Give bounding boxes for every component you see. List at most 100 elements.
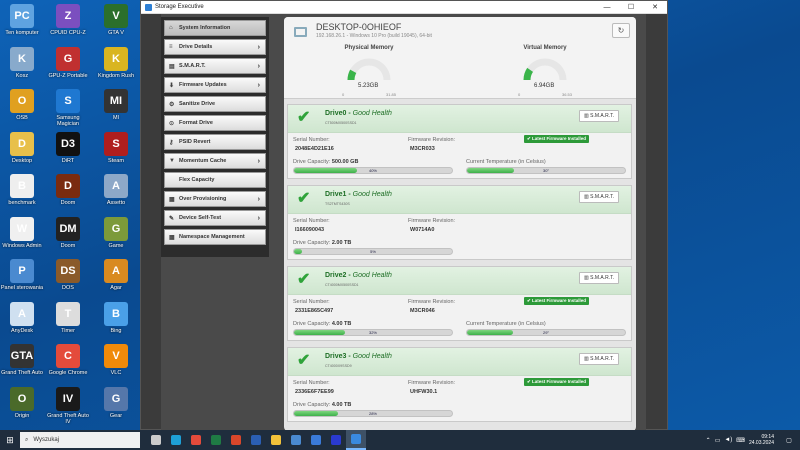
desktop-icon[interactable]: S Samsung Magician (46, 89, 90, 127)
app-icon: G (56, 46, 80, 71)
desktop-icon[interactable]: D3 DiRT (46, 131, 90, 164)
capacity-label: Drive Capacity: 500.00 GB (293, 159, 358, 165)
desktop-icon[interactable]: DS DOS (46, 259, 90, 291)
drive-health: Good Health (352, 353, 392, 360)
desktop-icon-label: VLC (110, 370, 122, 376)
refresh-button[interactable]: ↻ (612, 23, 630, 38)
physical-memory-dial (347, 58, 391, 81)
sidebar-item-firmware-updates[interactable]: ⬇ Firmware Updates › (164, 77, 266, 93)
desktop-icon[interactable]: PC Ten komputer (0, 4, 44, 36)
clock[interactable]: 09:14 24.03.2024 (749, 434, 774, 446)
sidebar-item-flex-capacity[interactable]: Flex Capacity (164, 172, 266, 188)
desktop-icon[interactable]: D Desktop (0, 131, 44, 164)
search-input[interactable]: ⌕ Wyszukaj (20, 432, 140, 448)
sidebar-item-sanitize-drive[interactable]: ⚙ Sanitize Drive (164, 96, 266, 112)
desktop-icon[interactable]: Bbenchmark (0, 174, 44, 206)
virtual-memory-title: Virtual Memory (523, 45, 567, 51)
sidebar-item-namespace-management[interactable]: ▦ Namespace Management (164, 229, 266, 245)
taskbar-app-edge[interactable] (166, 430, 186, 450)
desktop-icon[interactable]: DM Doom (46, 216, 90, 249)
desktop-icon[interactable]: A Agar (94, 259, 138, 291)
smart-button[interactable]: ▥ S.M.A.R.T. (579, 272, 619, 284)
chevron-right-icon: › (257, 62, 260, 70)
sidebar-item-momentum-cache[interactable]: ▼ Momentum Cache › (164, 153, 266, 169)
window-title: Storage Executive (155, 4, 204, 10)
desktop-icon[interactable]: MI MI (94, 89, 138, 121)
desktop-icon[interactable]: O OSB (0, 89, 44, 121)
title-bar[interactable]: Storage Executive — ☐ ✕ (141, 1, 667, 14)
temperature-label: Current Temperature (in Celsius) (466, 159, 546, 165)
sidebar-item-system-information[interactable]: ⌂ System Information (164, 20, 266, 36)
taskbar-app-word[interactable] (246, 430, 266, 450)
word-icon (251, 435, 261, 445)
desktop-icon[interactable]: G Gear (94, 386, 138, 419)
drive-id: Drive0 (325, 110, 347, 117)
desktop-icon[interactable]: GTA Grand Theft Auto (0, 344, 44, 376)
taskbar-app-storage-executive[interactable] (346, 430, 366, 450)
desktop-icon[interactable]: W Windows Admin (0, 216, 44, 249)
desktop-icon[interactable]: T Timer (46, 301, 90, 334)
desktop-icon[interactable]: K Kosz (0, 46, 44, 79)
desktop-icon[interactable]: S Steam (94, 131, 138, 164)
desktop-icon[interactable]: IV Grand Theft Auto IV (46, 386, 90, 425)
start-button[interactable]: ⊞ (0, 430, 20, 450)
computer-icon (294, 27, 307, 37)
desktop-icon[interactable]: G Game (94, 216, 138, 249)
format-icon: ⊙ (169, 120, 175, 127)
notification-icon[interactable]: ▢ (782, 437, 796, 444)
taskbar-app-explorer[interactable] (266, 430, 286, 450)
desktop-icon[interactable]: D Doom (46, 174, 90, 206)
desktop-icon[interactable]: C Google Chrome (46, 344, 90, 376)
sidebar-item-format-drive[interactable]: ⊙ Format Drive (164, 115, 266, 131)
taskbar-app-app-blue[interactable] (326, 430, 346, 450)
desktop-icon[interactable]: K Kingdom Rush (94, 46, 138, 79)
latest-firmware-badge: ✔ Latest Firmware Installed (524, 378, 590, 386)
taskbar-app-chrome[interactable] (186, 430, 206, 450)
capacity-label-text: Drive Capacity: (293, 159, 331, 165)
drive-id: Drive2 (325, 272, 347, 279)
sidebar-item-device-self-test[interactable]: ✎ Device Self-Test › (164, 210, 266, 226)
smart-button[interactable]: ▥ S.M.A.R.T. (579, 110, 619, 122)
maximize-button[interactable]: ☐ (619, 1, 643, 14)
sidebar-item-drive-details[interactable]: ≡ Drive Details › (164, 39, 266, 55)
desktop-icon-label: Timer (61, 327, 75, 334)
network-icon[interactable]: ▭ (715, 437, 721, 444)
taskbar-app-store[interactable] (286, 430, 306, 450)
desktop-icon[interactable]: O Origin (0, 386, 44, 419)
smart-button[interactable]: ▥ S.M.A.R.T. (579, 353, 619, 365)
taskbar-app-office[interactable] (226, 430, 246, 450)
desktop-icon[interactable]: V GTA V (94, 4, 138, 36)
smart-label: S.M.A.R.T. (590, 194, 615, 200)
smart-button[interactable]: ▥ S.M.A.R.T. (579, 191, 619, 203)
close-button[interactable]: ✕ (643, 1, 667, 14)
desktop-icon[interactable]: A AnyDesk (0, 301, 44, 334)
desktop-icon[interactable]: V VLC (94, 344, 138, 376)
taskbar-app-task-view[interactable] (146, 430, 166, 450)
sidebar-item-over-provisioning[interactable]: ▦ Over Provisioning › (164, 191, 266, 207)
app-icon: V (104, 344, 128, 368)
desktop-icon[interactable]: G GPU-Z Portable (46, 46, 90, 79)
desktop-icon-label: MI (112, 115, 120, 121)
chrome-icon (191, 435, 201, 445)
desktop-icon[interactable]: A Assetto (94, 174, 138, 206)
language-icon[interactable]: ⌨ (736, 437, 745, 444)
app-icon: MI (104, 89, 128, 113)
volume-icon[interactable]: ◄) (724, 437, 732, 443)
taskbar-app-excel[interactable] (206, 430, 226, 450)
desktop-icon-label: benchmark (8, 200, 36, 206)
desktop-icon[interactable]: P Panel sterowania (0, 259, 44, 291)
temperature-bar: 30° (466, 167, 626, 174)
office-icon (231, 435, 241, 445)
drive-card: ✔ Drive3 - Good Health CT4000X9SSD9 ▥ S.M.A… (287, 347, 632, 422)
taskbar-app-mail[interactable] (306, 430, 326, 450)
firmware-value: M3CR033 (410, 146, 435, 152)
desktop-icon[interactable]: B Bing (94, 301, 138, 334)
app-icon: PC (10, 4, 34, 28)
desktop-icon[interactable]: Z CPUID CPU-Z (46, 4, 90, 36)
chevron-up-icon[interactable]: ⌃ (706, 437, 711, 444)
sidebar-item-s-m-a-r-t[interactable]: ▤ S.M.A.R.T. › (164, 58, 266, 74)
sidebar-item-psid-revert[interactable]: ⚷ PSID Revert (164, 134, 266, 150)
capacity-label-text: Drive Capacity: (293, 402, 331, 408)
desktop-icon-label: Grand Theft Auto IV (47, 412, 89, 425)
minimize-button[interactable]: — (595, 1, 619, 14)
